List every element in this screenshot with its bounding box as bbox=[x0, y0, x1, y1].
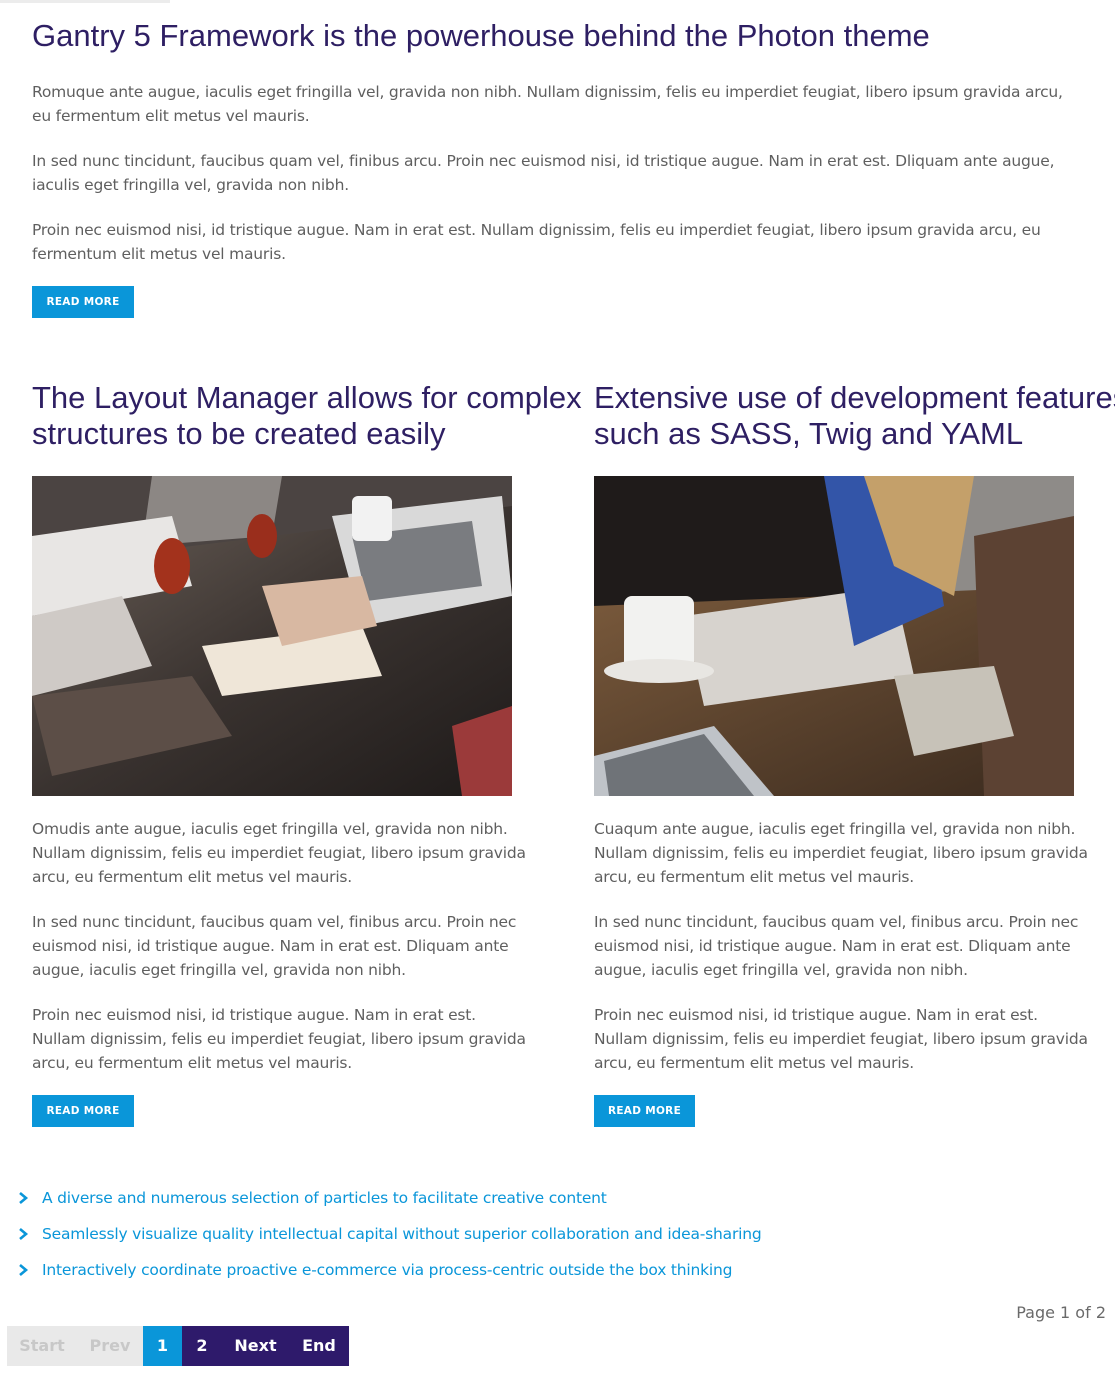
photo-illustration bbox=[594, 476, 1074, 796]
pagination-next[interactable]: Next bbox=[222, 1326, 289, 1366]
list-item[interactable]: Interactively coordinate proactive e-com… bbox=[17, 1252, 762, 1288]
article-paragraph: Proin nec euismod nisi, id tristique aug… bbox=[594, 1006, 1088, 1072]
more-articles-list: A diverse and numerous selection of part… bbox=[17, 1180, 762, 1288]
article-paragraph: Romuque ante augue, iaculis eget fringil… bbox=[32, 83, 1063, 125]
top-divider bbox=[0, 0, 170, 3]
article-title-line[interactable]: Extensive use of development features bbox=[594, 380, 1115, 415]
article-title-line[interactable]: structures to be created easily bbox=[32, 416, 446, 451]
article-link[interactable]: A diverse and numerous selection of part… bbox=[42, 1189, 607, 1207]
chevron-right-icon bbox=[19, 1228, 29, 1240]
article-title-line[interactable]: such as SASS, Twig and YAML bbox=[594, 416, 1023, 451]
article-image-writing-notes[interactable] bbox=[594, 476, 1074, 796]
article-paragraph: Cuaqum ante augue, iaculis eget fringill… bbox=[594, 820, 1088, 886]
pagination-end[interactable]: End bbox=[289, 1326, 349, 1366]
pagination-start: Start bbox=[7, 1326, 77, 1366]
article-link[interactable]: Interactively coordinate proactive e-com… bbox=[42, 1261, 732, 1279]
photo-illustration bbox=[32, 476, 512, 796]
article-image-meeting-table[interactable] bbox=[32, 476, 512, 796]
article-paragraph: Proin nec euismod nisi, id tristique aug… bbox=[32, 221, 1041, 263]
list-item[interactable]: Seamlessly visualize quality intellectua… bbox=[17, 1216, 762, 1252]
pagination-prev: Prev bbox=[77, 1326, 143, 1366]
read-more-button[interactable]: READ MORE bbox=[32, 1095, 134, 1127]
article-paragraph: In sed nunc tincidunt, faucibus quam vel… bbox=[32, 913, 517, 979]
page-counter: Page 1 of 2 bbox=[1016, 1303, 1106, 1322]
article-paragraph: In sed nunc tincidunt, faucibus quam vel… bbox=[32, 152, 1055, 194]
article-title[interactable]: The Layout Manager allows for complex st… bbox=[32, 380, 582, 452]
article-paragraph: Omudis ante augue, iaculis eget fringill… bbox=[32, 820, 526, 886]
list-item[interactable]: A diverse and numerous selection of part… bbox=[17, 1180, 762, 1216]
chevron-right-icon bbox=[19, 1264, 29, 1276]
article-paragraph: In sed nunc tincidunt, faucibus quam vel… bbox=[594, 913, 1079, 979]
article-title[interactable]: Extensive use of development features su… bbox=[594, 380, 1115, 452]
article-title[interactable]: Gantry 5 Framework is the powerhouse beh… bbox=[32, 18, 930, 54]
article-title-line[interactable]: The Layout Manager allows for complex bbox=[32, 380, 582, 415]
article-paragraph: Proin nec euismod nisi, id tristique aug… bbox=[32, 1006, 526, 1072]
chevron-right-icon bbox=[19, 1192, 29, 1204]
article-link[interactable]: Seamlessly visualize quality intellectua… bbox=[42, 1225, 762, 1243]
pagination: Start Prev 1 2 Next End bbox=[7, 1326, 349, 1366]
pagination-page-2[interactable]: 2 bbox=[182, 1326, 222, 1366]
read-more-button[interactable]: READ MORE bbox=[594, 1095, 695, 1127]
read-more-button[interactable]: READ MORE bbox=[32, 286, 134, 318]
pagination-page-1[interactable]: 1 bbox=[143, 1326, 182, 1366]
